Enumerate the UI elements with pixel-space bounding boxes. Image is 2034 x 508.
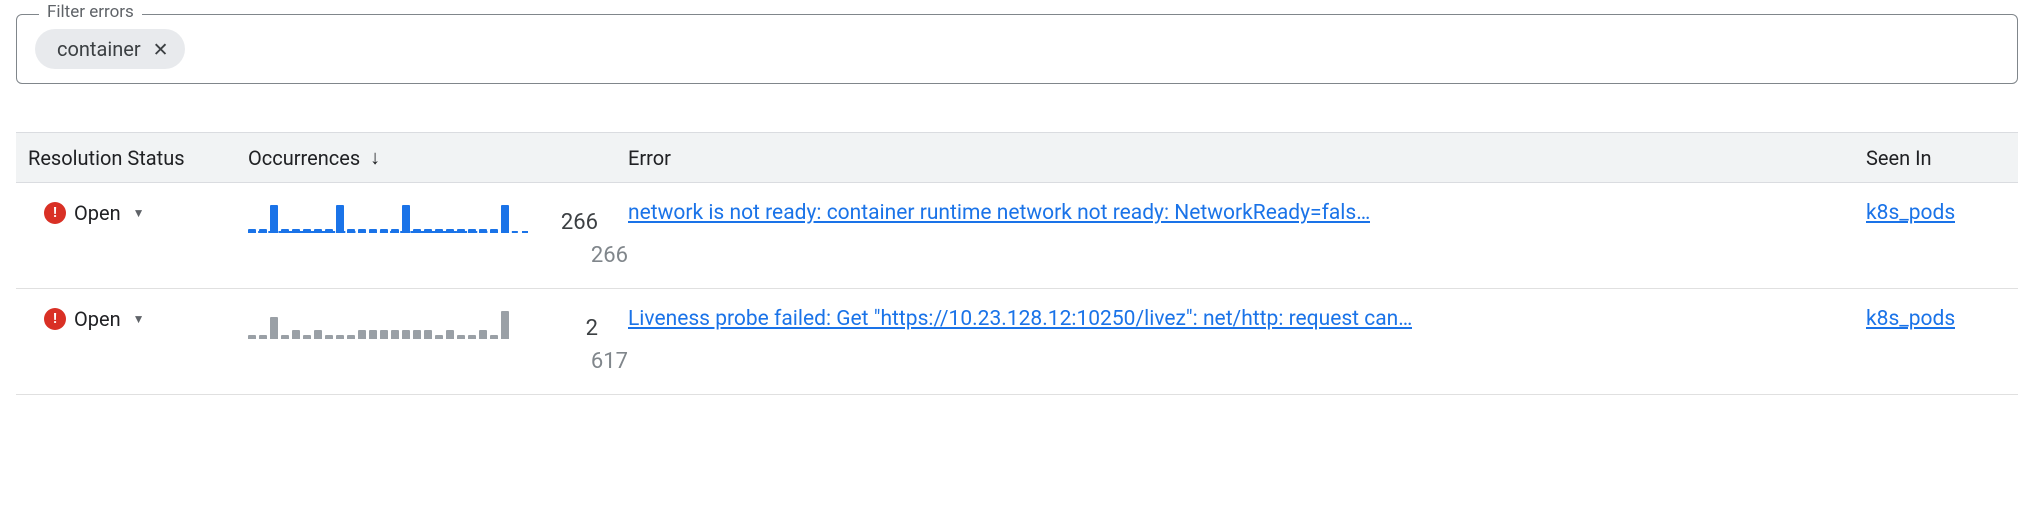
occurrence-subcount: 617: [542, 349, 628, 374]
filter-chip[interactable]: container ✕: [35, 29, 185, 69]
filter-chip-row[interactable]: container ✕: [35, 29, 1999, 69]
seen-in-link[interactable]: k8s_pods: [1866, 307, 1955, 331]
error-message-link[interactable]: Liveness probe failed: Get "https://10.2…: [628, 307, 1412, 331]
occurrences-cell: 2 617: [248, 307, 628, 374]
filter-chip-label: container: [57, 37, 141, 61]
status-label: Open: [74, 307, 121, 331]
table-row[interactable]: ! Open ▼ 266 266 network is not ready: c…: [16, 183, 2018, 289]
resolution-status-dropdown[interactable]: ! Open ▼: [28, 307, 248, 331]
occurrences-cell: 266 266: [248, 201, 628, 268]
errors-table: Resolution Status Occurrences ↓ Error Se…: [16, 132, 2018, 395]
sort-desc-icon: ↓: [370, 145, 380, 170]
col-resolution-status[interactable]: Resolution Status: [28, 146, 248, 170]
resolution-status-dropdown[interactable]: ! Open ▼: [28, 201, 248, 225]
chevron-down-icon: ▼: [133, 312, 145, 326]
status-label: Open: [74, 201, 121, 225]
chevron-down-icon: ▼: [133, 206, 145, 220]
col-error[interactable]: Error: [628, 146, 1866, 170]
filter-input[interactable]: [193, 38, 1999, 61]
table-row[interactable]: ! Open ▼ 2 617 Liveness probe failed: Ge…: [16, 289, 2018, 395]
table-header-row: Resolution Status Occurrences ↓ Error Se…: [16, 132, 2018, 183]
col-occurrences[interactable]: Occurrences ↓: [248, 145, 628, 170]
col-error-label: Error: [628, 146, 671, 170]
occurrence-subcount: 266: [542, 243, 628, 268]
col-occurrences-label: Occurrences: [248, 146, 360, 170]
col-resolution-label: Resolution Status: [28, 146, 185, 170]
filter-legend: Filter errors: [39, 2, 142, 22]
remove-chip-icon[interactable]: ✕: [153, 40, 169, 59]
error-status-icon: !: [44, 202, 66, 224]
error-message-link[interactable]: network is not ready: container runtime …: [628, 201, 1370, 225]
error-status-icon: !: [44, 308, 66, 330]
occurrence-count: 2: [542, 316, 598, 341]
seen-in-link[interactable]: k8s_pods: [1866, 201, 1955, 225]
occurrences-sparkline[interactable]: [248, 307, 528, 341]
filter-errors-panel: Filter errors container ✕: [16, 14, 2018, 84]
col-seen-in-label: Seen In: [1866, 146, 1932, 170]
occurrences-sparkline[interactable]: [248, 201, 528, 235]
col-seen-in[interactable]: Seen In: [1866, 146, 2006, 170]
occurrence-count: 266: [542, 210, 598, 235]
